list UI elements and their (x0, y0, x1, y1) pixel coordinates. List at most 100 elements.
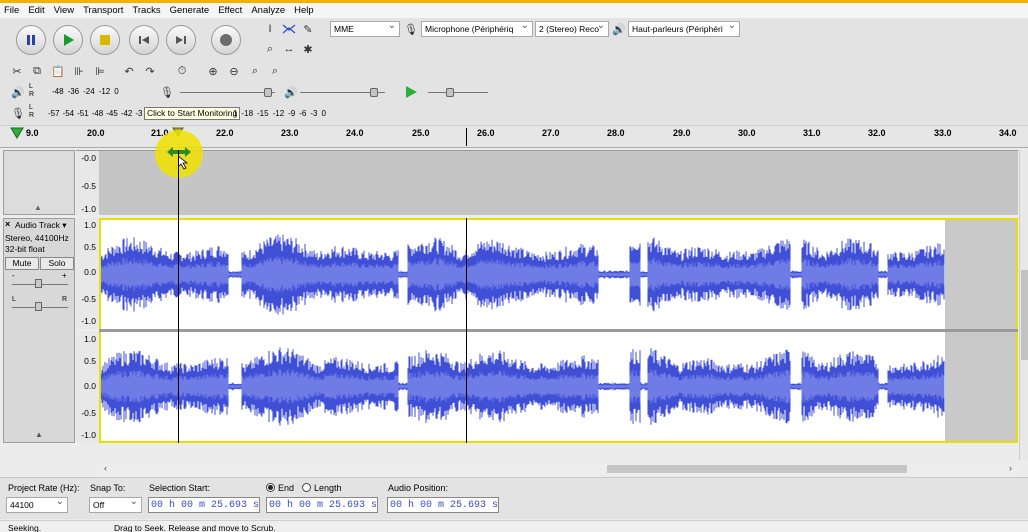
horizontal-scrollbar-thumb[interactable] (607, 465, 907, 473)
gain-slider-thumb[interactable] (35, 279, 42, 288)
track-name-menu[interactable]: Audio Track ▾ (15, 220, 67, 231)
horizontal-scrollbar[interactable]: ‹ › (99, 463, 1019, 475)
recording-volume-slider-track[interactable] (180, 92, 275, 93)
selection-start-label: Selection Start: (149, 483, 211, 493)
input-channels-select[interactable]: 2 (Stereo) Reco (535, 21, 609, 37)
menu-generate[interactable]: Generate (170, 5, 210, 16)
play-at-speed-button[interactable] (403, 84, 419, 102)
channel-right-vertical-scale: 1.0 0.5 0.0 -0.5 -1.0 (76, 332, 99, 443)
audio-host-select[interactable]: MME (330, 21, 400, 37)
playback-lr-labels: LR (29, 83, 35, 98)
cut-icon[interactable]: ✂ (9, 63, 25, 79)
stop-button[interactable] (90, 25, 120, 55)
upper-track-waveform-area[interactable] (99, 150, 1018, 215)
play-position-line (178, 150, 179, 443)
draw-tool-icon[interactable]: ✎ (300, 21, 316, 37)
zoom-in-icon[interactable]: ⊕ (205, 63, 221, 79)
menu-analyze[interactable]: Analyze (251, 5, 285, 16)
sync-lock-icon[interactable]: ⏱ (174, 63, 190, 79)
skip-end-button[interactable] (166, 25, 196, 55)
ruler-tick-label: 34.0 (999, 128, 1017, 138)
timeline-ruler[interactable]: 9.0 20.0 21.0 22.0 23.0 24.0 25.0 26.0 2… (0, 126, 1028, 148)
zoom-out-icon[interactable]: ⊖ (226, 63, 242, 79)
play-speed-slider-thumb[interactable] (446, 88, 454, 97)
input-device-select[interactable]: Microphone (Périphériq (421, 21, 533, 37)
redo-icon[interactable]: ↷ (142, 63, 158, 79)
collapse-arrow-icon[interactable]: ▲ (34, 203, 42, 212)
output-device-select[interactable]: Haut-parleurs (Périphéri (628, 21, 740, 37)
selection-tool-icon[interactable]: I (262, 21, 278, 37)
skip-start-button[interactable] (129, 25, 159, 55)
end-radio-label: End (278, 483, 295, 493)
status-right-text: Drag to Seek. Release and move to Scrub. (114, 523, 276, 532)
playback-speaker-icon: 🔊 (11, 86, 25, 99)
trim-icon[interactable]: ⊪ (71, 63, 87, 79)
monitoring-tooltip: Click to Start Monitoring (144, 107, 241, 120)
selection-start-field[interactable]: 00 h 00 m 25.693 s (148, 497, 260, 513)
menu-transport[interactable]: Transport (83, 5, 123, 16)
fit-project-icon[interactable]: ⌕ (267, 63, 283, 79)
pause-button[interactable] (16, 25, 46, 55)
project-rate-label: Project Rate (Hz): (8, 483, 80, 493)
selection-toolbar: Project Rate (Hz): 44100 Snap To: Off Se… (0, 477, 1028, 519)
audio-position-label: Audio Position: (388, 483, 449, 493)
length-radio[interactable] (302, 483, 311, 492)
track-collapse-icon[interactable]: ▲ (35, 430, 43, 439)
play-button[interactable] (53, 25, 83, 55)
pan-slider-thumb[interactable] (35, 302, 42, 311)
fit-selection-icon[interactable]: ⌕ (247, 63, 263, 79)
snap-to-select[interactable]: Off (89, 497, 142, 513)
menu-edit[interactable]: Edit (28, 5, 44, 16)
silence-icon[interactable]: ⊫ (92, 63, 108, 79)
track-close-icon[interactable]: × (5, 219, 10, 229)
ruler-tick-label: 31.0 (803, 128, 821, 138)
menu-view[interactable]: View (54, 5, 74, 16)
envelope-tool-icon[interactable] (281, 21, 297, 37)
copy-icon[interactable]: ⧉ (29, 63, 45, 79)
mute-button[interactable]: Mute (5, 257, 39, 270)
channel-left-vertical-scale: 1.0 0.5 0.0 -0.5 -1.0 (76, 218, 99, 329)
multi-tool-icon[interactable]: ✱ (300, 41, 316, 57)
project-rate-select[interactable]: 44100 (6, 497, 68, 513)
menu-effect[interactable]: Effect (218, 5, 242, 16)
status-bar: Seeking. Drag to Seek. Release and move … (0, 520, 1028, 532)
playback-volume-slider-thumb[interactable] (370, 88, 378, 97)
end-radio[interactable] (266, 483, 275, 492)
edit-cursor-line (466, 218, 467, 443)
vertical-scrollbar[interactable] (1019, 150, 1028, 460)
paste-icon[interactable]: 📋 (50, 63, 66, 79)
menu-tracks[interactable]: Tracks (132, 5, 160, 16)
scroll-left-arrow-icon[interactable]: ‹ (104, 463, 107, 473)
playback-meter-scale[interactable]: -48 -36 -24 -12 0 (52, 87, 119, 96)
snap-to-label: Snap To: (90, 483, 126, 493)
zoom-tool-icon[interactable]: ⌕ (262, 41, 278, 57)
playback-volume-speaker-icon: 🔊 (284, 86, 298, 99)
selection-end-value: 00 h 00 m 25.693 s (269, 499, 378, 511)
selection-end-field[interactable]: 00 h 00 m 25.693 s (266, 497, 378, 513)
audio-position-value: 00 h 00 m 25.693 s (390, 499, 499, 511)
pin-head-icon[interactable] (10, 127, 24, 139)
play-speed-slider-track[interactable] (428, 92, 488, 93)
pause-icon (27, 35, 35, 45)
ruler-tick-label: 29.0 (673, 128, 691, 138)
vertical-scrollbar-thumb[interactable] (1021, 270, 1028, 360)
speaker-icon: 🔊 (612, 23, 626, 36)
audio-position-field[interactable]: 00 h 00 m 25.693 s (387, 497, 499, 513)
solo-button[interactable]: Solo (40, 257, 74, 270)
undo-icon[interactable]: ↶ (121, 63, 137, 79)
record-button[interactable] (211, 25, 241, 55)
record-meter-scale[interactable]: -57 -54 -51 -48 -45 -42 -3 (48, 109, 143, 118)
skip-to-start-icon (139, 36, 149, 44)
scroll-right-arrow-icon[interactable]: › (1009, 463, 1012, 473)
menu-file[interactable]: File (4, 5, 19, 16)
project-rate-value: 44100 (10, 500, 34, 510)
track-name: Audio Track (15, 220, 60, 230)
menu-help[interactable]: Help (294, 5, 314, 16)
ruler-tick-label: 20.0 (87, 128, 105, 138)
ruler-tick-label: 9.0 (26, 128, 39, 138)
time-shift-tool-icon[interactable]: ↔ (281, 41, 297, 57)
record-meter-scale-right[interactable]: 1 -18 -15 -12 -9 -6 -3 0 (233, 109, 326, 118)
recording-volume-slider-thumb[interactable] (264, 88, 272, 97)
ruler-tick-label: 22.0 (216, 128, 234, 138)
record-lr-labels: LR (29, 104, 35, 119)
